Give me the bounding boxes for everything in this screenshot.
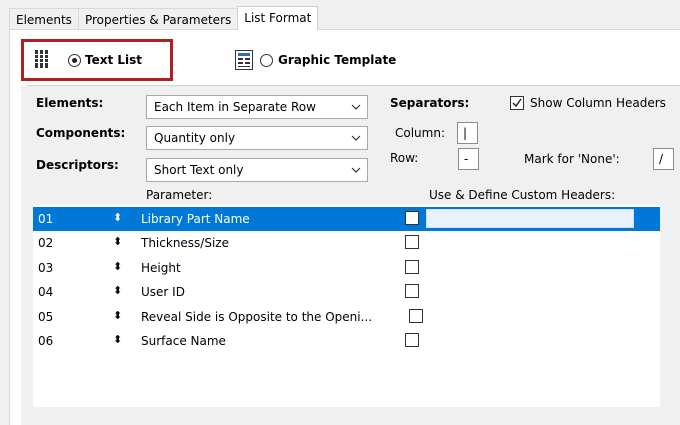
parameter-column-header: Parameter: bbox=[146, 188, 213, 202]
reorder-handle-icon[interactable]: ⬍ bbox=[113, 284, 122, 297]
elements-select[interactable]: Each Item in Separate Row bbox=[146, 95, 368, 119]
parameter-name: Thickness/Size bbox=[141, 236, 229, 250]
column-separator-label: Column: bbox=[395, 126, 445, 140]
list-item[interactable]: 02 ⬍ Thickness/Size bbox=[33, 231, 660, 255]
list-item[interactable]: 03 ⬍ Height bbox=[33, 256, 660, 280]
custom-header-input[interactable] bbox=[426, 209, 634, 228]
mark-for-none-label: Mark for 'None': bbox=[524, 152, 620, 166]
descriptors-label: Descriptors: bbox=[36, 158, 119, 172]
reorder-handle-icon[interactable]: ⬍ bbox=[113, 260, 122, 273]
components-select-value: Quantity only bbox=[154, 131, 236, 145]
parameter-name: User ID bbox=[141, 285, 185, 299]
components-label: Components: bbox=[36, 126, 126, 140]
row-number: 03 bbox=[38, 261, 54, 275]
list-item[interactable]: 06 ⬍ Surface Name bbox=[33, 329, 660, 353]
parameter-name: Reveal Side is Opposite to the Openi... bbox=[141, 310, 373, 324]
checkmark-icon bbox=[512, 98, 522, 108]
row-separator-label: Row: bbox=[390, 151, 419, 165]
column-separator-input[interactable]: | bbox=[457, 122, 478, 144]
descriptors-select[interactable]: Short Text only bbox=[146, 158, 368, 182]
row-number: 02 bbox=[38, 236, 54, 250]
tab-elements[interactable]: Elements bbox=[9, 8, 79, 30]
mark-for-none-input[interactable]: / bbox=[653, 148, 674, 170]
parameter-list[interactable]: 01 ⬍ Library Part Name 02 ⬍ Thickness/Si… bbox=[33, 205, 660, 407]
use-header-checkbox[interactable] bbox=[409, 309, 423, 323]
row-number: 06 bbox=[38, 334, 54, 348]
elements-label: Elements: bbox=[36, 96, 104, 110]
use-header-checkbox[interactable] bbox=[405, 333, 419, 347]
graphic-template-icon bbox=[235, 50, 253, 70]
parameter-name: Library Part Name bbox=[141, 212, 250, 226]
show-column-headers-label[interactable]: Show Column Headers bbox=[530, 96, 666, 110]
use-header-checkbox[interactable] bbox=[405, 211, 419, 225]
list-item[interactable]: 01 ⬍ Library Part Name bbox=[33, 207, 660, 231]
tab-bar: Elements Properties & Parameters List Fo… bbox=[9, 6, 319, 30]
list-item[interactable]: 05 ⬍ Reveal Side is Opposite to the Open… bbox=[33, 305, 660, 329]
chevron-down-icon bbox=[351, 135, 361, 141]
separators-label: Separators: bbox=[390, 96, 470, 110]
use-header-checkbox[interactable] bbox=[405, 235, 419, 249]
use-header-checkbox[interactable] bbox=[405, 284, 419, 298]
components-select[interactable]: Quantity only bbox=[146, 126, 368, 150]
descriptors-select-value: Short Text only bbox=[154, 163, 244, 177]
row-separator-input[interactable]: - bbox=[458, 148, 479, 170]
reorder-handle-icon[interactable]: ⬍ bbox=[113, 333, 122, 346]
graphic-template-radio[interactable] bbox=[260, 54, 273, 67]
custom-headers-column-header: Use & Define Custom Headers: bbox=[429, 188, 616, 202]
row-number: 01 bbox=[38, 212, 54, 226]
graphic-template-label[interactable]: Graphic Template bbox=[278, 53, 396, 67]
parameter-name: Surface Name bbox=[141, 334, 226, 348]
reorder-handle-icon[interactable]: ⬍ bbox=[113, 235, 122, 248]
list-item[interactable]: 04 ⬍ User ID bbox=[33, 280, 660, 304]
reorder-handle-icon[interactable]: ⬍ bbox=[113, 309, 122, 322]
tab-properties-parameters[interactable]: Properties & Parameters bbox=[77, 8, 239, 30]
tab-list-format[interactable]: List Format bbox=[237, 6, 319, 30]
show-column-headers-checkbox[interactable] bbox=[510, 96, 524, 110]
text-list-radio[interactable] bbox=[68, 54, 81, 67]
chevron-down-icon bbox=[351, 167, 361, 173]
parameter-name: Height bbox=[141, 261, 181, 275]
chevron-down-icon bbox=[351, 104, 361, 110]
text-list-label[interactable]: Text List bbox=[85, 53, 142, 67]
elements-select-value: Each Item in Separate Row bbox=[154, 100, 316, 114]
row-number: 04 bbox=[38, 285, 54, 299]
reorder-handle-icon[interactable]: ⬍ bbox=[113, 211, 122, 224]
use-header-checkbox[interactable] bbox=[405, 260, 419, 274]
text-list-icon bbox=[34, 49, 50, 69]
row-number: 05 bbox=[38, 310, 54, 324]
